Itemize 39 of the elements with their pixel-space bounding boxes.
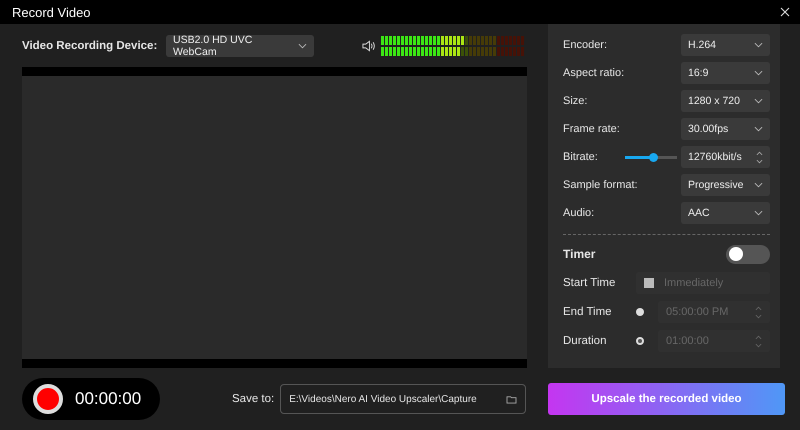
elapsed-time: 00:00:00: [75, 389, 142, 409]
setting-label: Size:: [563, 94, 588, 108]
chevron-down-icon: [298, 42, 307, 48]
save-path-field[interactable]: E:\Videos\Nero AI Video Upscaler\Capture: [280, 384, 526, 414]
timer-label: Timer: [563, 247, 596, 261]
setting-label: Encoder:: [563, 38, 608, 52]
close-icon[interactable]: [780, 7, 790, 17]
setting-label: Sample format:: [563, 178, 638, 192]
record-button[interactable]: [33, 384, 63, 414]
upscale-button[interactable]: Upscale the recorded video: [548, 383, 785, 415]
end-option-label: Duration: [563, 335, 608, 347]
setting-label: Aspect ratio:: [563, 66, 624, 80]
device-dropdown[interactable]: USB2.0 HD UVC WebCam: [166, 34, 314, 56]
chevron-down-icon: [754, 182, 763, 188]
setting-dropdown[interactable]: AAC: [681, 202, 770, 224]
timer-toggle[interactable]: [726, 244, 770, 264]
setting-label: Bitrate:: [563, 150, 598, 164]
setting-dropdown[interactable]: 30.00fps: [681, 118, 770, 140]
start-time-label: Start Time: [563, 277, 616, 289]
setting-dropdown[interactable]: 16:9: [681, 62, 770, 84]
bitrate-spinbox[interactable]: 12760kbit/s: [681, 146, 770, 168]
chevron-down-icon: [754, 42, 763, 48]
end-option-label: End Time: [563, 306, 613, 318]
chevron-down-icon: [754, 210, 763, 216]
setting-dropdown[interactable]: 1280 x 720: [681, 90, 770, 112]
chevron-down-icon: [754, 70, 763, 76]
save-to-label: Save to:: [232, 393, 274, 405]
setting-dropdown[interactable]: Progressive: [681, 174, 770, 196]
bitrate-slider[interactable]: [625, 156, 677, 158]
device-label: Video Recording Device:: [22, 40, 158, 52]
speaker-icon: [362, 40, 375, 52]
chevron-down-icon: [754, 98, 763, 104]
window-title: Record Video: [12, 4, 91, 20]
spinner-arrows-icon[interactable]: [756, 150, 763, 164]
setting-dropdown[interactable]: H.264: [681, 34, 770, 56]
folder-icon[interactable]: [506, 394, 518, 404]
chevron-down-icon: [754, 126, 763, 132]
setting-label: Frame rate:: [563, 122, 620, 136]
setting-label: Audio:: [563, 206, 594, 220]
